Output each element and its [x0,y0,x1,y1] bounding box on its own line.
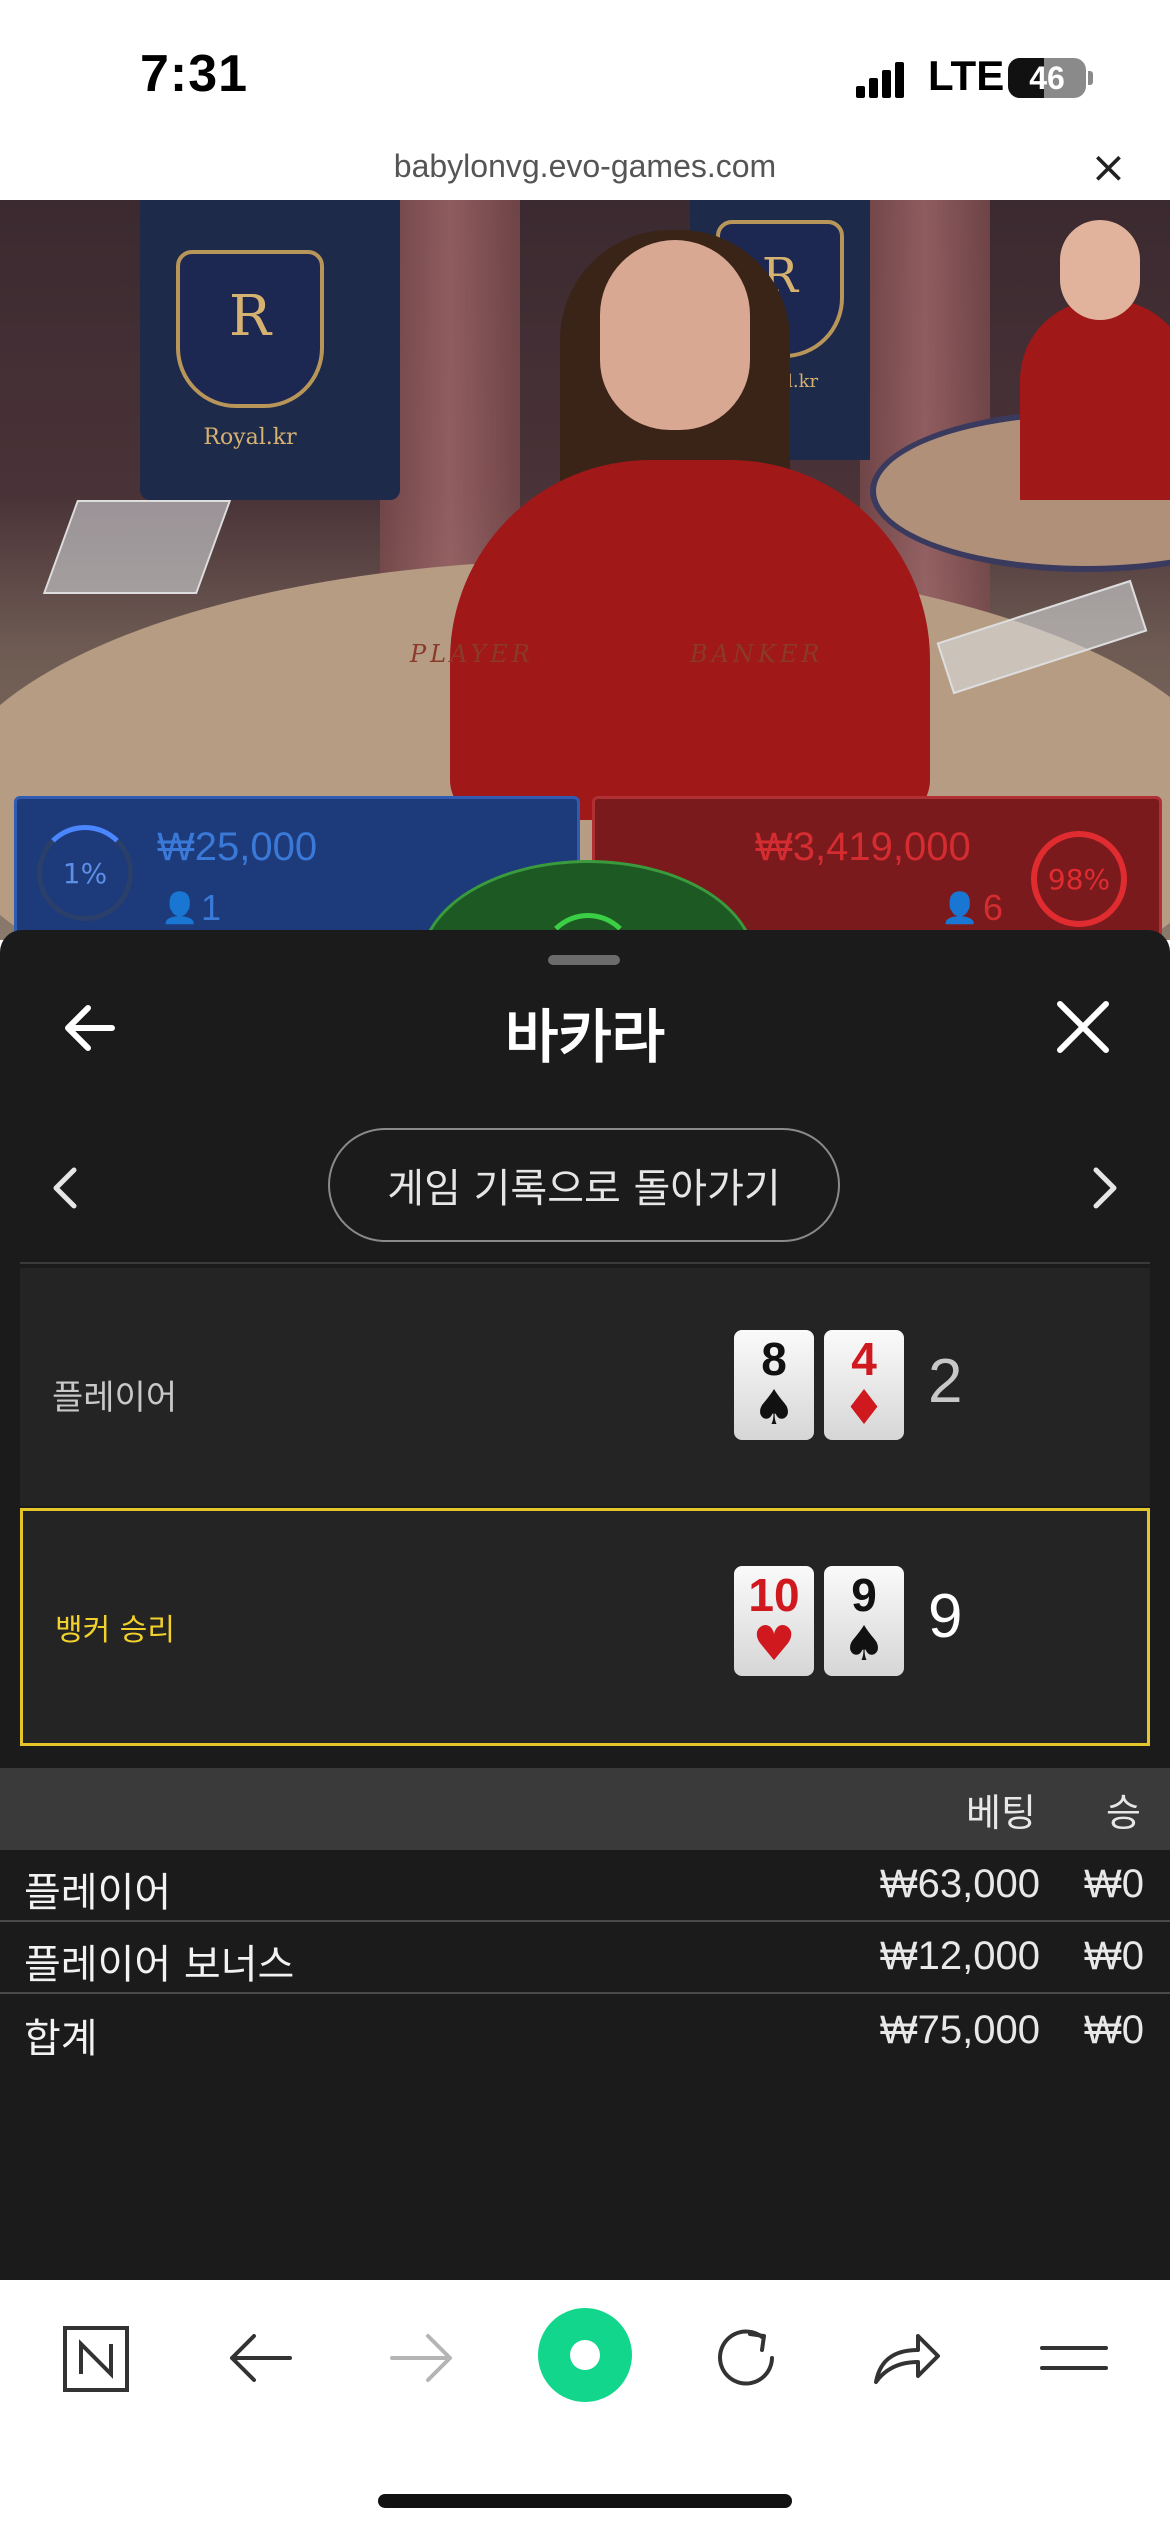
close-icon[interactable]: × [1090,142,1127,193]
sheet-drag-handle[interactable] [548,955,620,965]
player-bet-amount: ₩25,000 [157,825,318,869]
player-hand-row: 플레이어 8 ♠ 4 ♦ 2 [20,1268,1150,1506]
total-bet-amount: ₩75,000 [879,2008,1040,2052]
banker-hand-label: 뱅커 승리 [55,1613,175,1648]
bet-amount: ₩63,000 [879,1862,1040,1906]
bet-name: 플레이어 보너스 [24,1942,295,1988]
banker-hand-row: 뱅커 승리 10 ♥ 9 ♠ 9 [20,1508,1150,1746]
table-banker-label: BANKER [690,640,824,668]
card-shoe [42,500,232,594]
battery-level: 46 [1029,60,1065,96]
dealer-head [600,240,750,430]
card-suit-icon: ♦ [842,1380,886,1436]
share-icon[interactable] [866,2318,946,2398]
logo-label: Royal.kr [203,425,297,450]
total-label: 합계 [24,2016,98,2062]
divider [0,1992,1170,1994]
playing-card: 8 ♠ [734,1330,814,1440]
win-amount: ₩0 [1084,1934,1144,1978]
card-rank: 8 [761,1333,787,1385]
cellular-signal-icon [856,62,906,98]
url-text[interactable]: babylonvg.evo-games.com [0,148,1170,185]
table-row: 플레이어 보너스 ₩12,000 ₩0 [0,1922,1170,1994]
chevron-right-icon[interactable] [1090,1166,1120,1210]
card-suit-icon: ♠ [752,1380,796,1436]
banker-hand-score: 9 [928,1582,963,1651]
playing-card: 10 ♥ [734,1566,814,1676]
win-column-header: 승 [1106,1791,1141,1835]
sheet-title: 바카라 [504,1003,666,1071]
card-rank: 10 [748,1569,800,1621]
card-rank: 4 [851,1333,877,1385]
network-label: LTE [928,52,1005,99]
back-icon[interactable] [220,2318,300,2398]
playing-card: 4 ♦ [824,1330,904,1440]
total-row: 합계 ₩75,000 ₩0 [0,1996,1170,2068]
bet-amount: ₩12,000 [879,1934,1040,1978]
player-hand-label: 플레이어 [52,1378,178,1418]
chevron-left-icon[interactable] [50,1166,80,1210]
user-icon: 👤 [941,891,979,926]
royal-logo: R Royal.kr [176,250,324,450]
banker-bet-amount: ₩3,419,000 [755,825,971,869]
second-dealer [1020,300,1170,500]
forward-icon[interactable] [382,2318,462,2398]
banker-percent-ring: 98% [1031,831,1127,927]
menu-icon[interactable] [1034,2318,1114,2398]
player-percent-ring: 1% [37,825,133,921]
battery-tip [1088,71,1093,85]
reload-icon[interactable] [706,2318,786,2398]
card-suit-icon: ♥ [752,1616,796,1672]
banker-bettor-count: 6 [983,887,1004,928]
card-suit-icon: ♠ [842,1616,886,1672]
table-row: 플레이어 ₩63,000 ₩0 [0,1850,1170,1922]
bets-table-header: 베팅 승 [0,1768,1170,1850]
bet-name: 플레이어 [24,1870,172,1916]
win-amount: ₩0 [1084,1862,1144,1906]
logo-letter: R [228,284,272,349]
status-time: 7:31 [140,45,249,103]
divider [20,1262,1150,1264]
return-to-history-button[interactable]: 게임 기록으로 돌아가기 [328,1128,840,1242]
total-win-amount: ₩0 [1084,2008,1144,2052]
player-hand-score: 2 [928,1347,963,1416]
battery-icon: 46 [1008,58,1086,98]
green-dot-icon[interactable] [536,2306,634,2404]
table-player-label: PLAYER [410,640,534,668]
naver-home-icon[interactable] [55,2318,135,2398]
playing-card: 9 ♠ [824,1566,904,1676]
bet-column-header: 베팅 [966,1791,1036,1835]
second-dealer-head [1060,220,1140,320]
player-bettor-count: 1 [201,887,222,928]
close-icon[interactable] [1050,994,1116,1060]
home-indicator[interactable] [378,2494,792,2508]
card-rank: 9 [851,1569,877,1621]
user-icon: 👤 [161,891,199,926]
